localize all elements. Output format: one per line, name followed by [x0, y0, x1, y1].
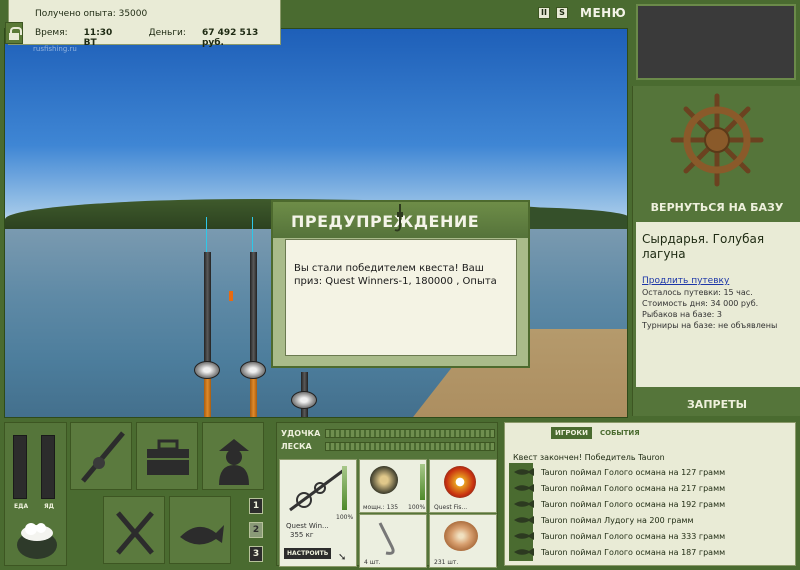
- bait-count: 231 шт.: [434, 559, 459, 566]
- base-panel: ВЕРНУТЬСЯ НА БАЗУ Сырдарья. Голубая лагу…: [632, 86, 800, 416]
- rod-reel-icon: [289, 468, 345, 512]
- cutlery-icon: [116, 511, 154, 555]
- reel-icon: [370, 466, 398, 494]
- log-entry: Tauron поймал Голого османа на 187 грамм: [513, 547, 725, 557]
- fish-icon: [514, 548, 534, 556]
- fishing-rod-1[interactable]: [194, 252, 220, 417]
- dialog-header: ПРЕДУПРЕЖДЕНИЕ: [273, 202, 528, 238]
- poison-label: ЯД: [44, 503, 54, 510]
- fish-icon: [514, 532, 534, 540]
- log-header: Квест закончен! Победитель Tauron: [513, 453, 665, 462]
- rod-name: Quest Win...: [286, 522, 329, 530]
- time-value: 11:30 ВТ: [83, 28, 113, 48]
- fish-icon: [514, 484, 534, 492]
- minimap-panel: [636, 4, 796, 80]
- menu-button[interactable]: МЕНЮ: [580, 6, 626, 20]
- money-label: Деньги:: [148, 28, 186, 38]
- lock-icon[interactable]: [5, 22, 23, 44]
- reel-percent: 100%: [408, 504, 426, 511]
- tab-events[interactable]: СОБЫТИЯ: [596, 427, 644, 439]
- food-tile[interactable]: [103, 496, 165, 564]
- reel-icon: [291, 391, 317, 409]
- reel-durability-bar: [420, 464, 425, 500]
- float-icon: [229, 291, 233, 301]
- poison-bar: [41, 435, 55, 499]
- line-spool-icon: [444, 466, 476, 498]
- rod-weight: 355 кг: [290, 531, 314, 539]
- bait-icon: [444, 521, 478, 551]
- tackle-box-icon: [147, 439, 189, 475]
- time-label: Время:: [35, 28, 68, 38]
- bottom-toolbar: ЕДА ЯД 1 2 3 УДОЧКА ЛЕСКА Quest Win... 3…: [0, 418, 800, 570]
- extend-permit-link[interactable]: Продлить путевку: [642, 276, 794, 286]
- log-entry: Tauron поймал Голого османа на 333 грамм: [513, 531, 725, 541]
- return-to-base-button[interactable]: ВЕРНУТЬСЯ НА БАЗУ: [633, 201, 800, 214]
- reel-slot[interactable]: мощн.: 135 100%: [359, 459, 427, 513]
- fish-icon: [180, 525, 224, 545]
- rod-tile[interactable]: [70, 422, 132, 490]
- arrow-icon: ➘: [338, 552, 347, 563]
- rod-icon: [81, 431, 125, 483]
- rod-meter: [325, 429, 495, 438]
- angler-tile[interactable]: [202, 422, 264, 490]
- warning-dialog[interactable]: ПРЕДУПРЕЖДЕНИЕ Вы стали победителем квес…: [271, 200, 530, 368]
- line-caption: Quest Fis...: [434, 504, 468, 511]
- location-title: Сырдарья. Голубая лагуна: [642, 232, 765, 261]
- log-entry: Tauron поймал Голого османа на 217 грамм: [513, 483, 725, 493]
- ship-wheel-icon: [670, 93, 764, 187]
- line-meter: [325, 442, 495, 451]
- fishing-rod-2[interactable]: [240, 252, 266, 417]
- status-panel: Получено опыта: 35000 Время: 11:30 ВТ Де…: [5, 0, 281, 48]
- hook-icon: [378, 522, 395, 555]
- food-pot-icon[interactable]: [13, 519, 61, 561]
- location-info: Сырдарья. Голубая лагуна Продлить путевк…: [636, 222, 800, 387]
- event-log: ИГРОКИ СОБЫТИЯ Квест закончен! Победител…: [504, 422, 796, 566]
- configure-button[interactable]: НАСТРОИТЬ: [284, 548, 332, 559]
- page-2-button[interactable]: 2: [249, 522, 263, 538]
- bait-slot[interactable]: 231 шт.: [429, 514, 497, 568]
- tackle-box-tile[interactable]: [136, 422, 198, 490]
- tournaments-info: Турниры на базе: не объявлены: [642, 321, 778, 330]
- fish-tile[interactable]: [169, 496, 231, 564]
- anglers-count: Рыбаков на базе: 3: [642, 310, 722, 319]
- sound-button[interactable]: S: [556, 7, 568, 19]
- food-label: ЕДА: [14, 503, 29, 510]
- experience-text: Получено опыта: 35000: [35, 9, 148, 19]
- day-cost: Стоимость дня: 34 000 руб.: [642, 299, 759, 308]
- line-slot[interactable]: Quest Fis...: [429, 459, 497, 513]
- hook-count: 4 шт.: [364, 559, 381, 566]
- angler-icon: [219, 439, 249, 485]
- permit-remaining: Осталось путевки: 15 час.: [642, 288, 753, 297]
- log-entry: Tauron поймал Лудогу на 200 грамм: [513, 515, 693, 525]
- log-entry: Tauron поймал Голого османа на 127 грамм: [513, 467, 725, 477]
- rod-durability-bar: [342, 466, 347, 510]
- rod-slot[interactable]: Quest Win... 355 кг 100% НАСТРОИТЬ ➘: [279, 459, 357, 567]
- stats-panel: ЕДА ЯД: [4, 422, 67, 566]
- gear-panel: УДОЧКА ЛЕСКА Quest Win... 355 кг 100% НА…: [276, 422, 498, 568]
- fishing-rod-3[interactable]: [291, 372, 317, 417]
- page-3-button[interactable]: 3: [249, 546, 263, 562]
- food-bar: [13, 435, 27, 499]
- reel-icon: [194, 361, 220, 379]
- page-1-button[interactable]: 1: [249, 498, 263, 514]
- reel-icon: [240, 361, 266, 379]
- money-value: 67 492 513 руб.: [201, 28, 259, 48]
- reel-caption: мощн.: 135: [363, 504, 399, 511]
- hook-icon: [394, 204, 403, 232]
- pause-button[interactable]: II: [538, 7, 550, 19]
- fish-icon: [514, 516, 534, 524]
- dialog-title: ПРЕДУПРЕЖДЕНИЕ: [291, 212, 480, 231]
- rod-percent: 100%: [336, 514, 354, 521]
- fish-icon: [514, 500, 534, 508]
- line-meter-label: ЛЕСКА: [281, 442, 312, 451]
- dialog-message: Вы стали победителем квеста! Ваш приз: Q…: [285, 239, 517, 356]
- tab-players[interactable]: ИГРОКИ: [551, 427, 592, 439]
- rod-meter-label: УДОЧКА: [281, 429, 321, 438]
- fish-icon: [514, 468, 534, 476]
- hook-slot[interactable]: 4 шт.: [359, 514, 427, 568]
- log-entry: Tauron поймал Голого османа на 192 грамм: [513, 499, 725, 509]
- bans-button[interactable]: ЗАПРЕТЫ: [633, 398, 800, 411]
